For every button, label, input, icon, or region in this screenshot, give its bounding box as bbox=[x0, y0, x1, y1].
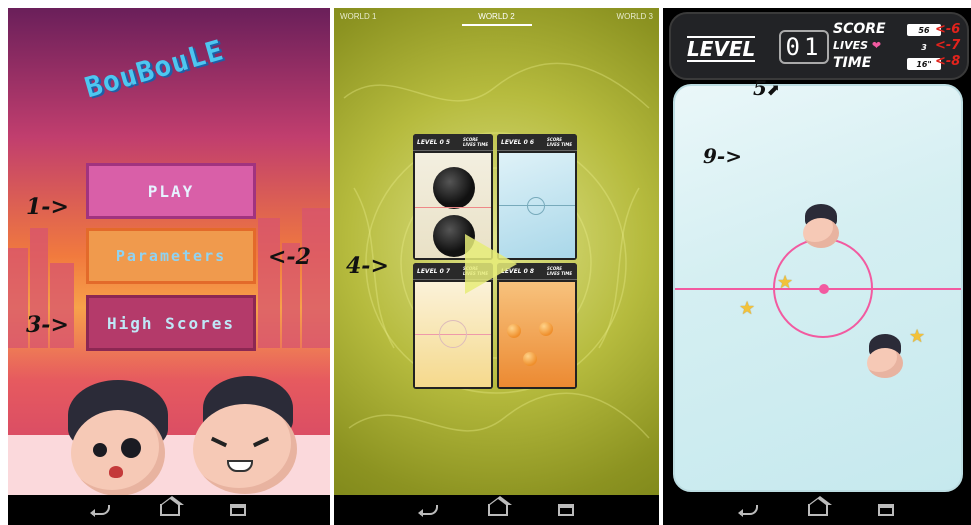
hud-score-label: SCORE bbox=[833, 21, 886, 37]
level-label: LEVEL 0 7 bbox=[417, 267, 451, 275]
back-icon[interactable] bbox=[738, 505, 758, 517]
level-select-screen: WORLD 1 WORLD 2 WORLD 3 4-> LEVEL 0 5 SCO… bbox=[334, 8, 659, 525]
level-hud: SCORE LIVES TIME bbox=[547, 137, 573, 147]
game-logo: BouBouLE bbox=[81, 33, 228, 105]
home-icon[interactable] bbox=[160, 496, 184, 516]
character-opponent-bottom bbox=[865, 334, 905, 378]
play-triangle-icon[interactable] bbox=[465, 234, 517, 294]
center-dot bbox=[819, 284, 829, 294]
level-grid: LEVEL 0 5 SCORE LIVES TIME LEVEL 0 6 SCORE… bbox=[413, 134, 577, 389]
home-icon[interactable] bbox=[808, 496, 832, 516]
back-icon[interactable] bbox=[417, 505, 438, 517]
recent-apps-icon[interactable] bbox=[878, 504, 894, 516]
character-player-top bbox=[801, 204, 841, 248]
level-label: LEVEL 0 5 bbox=[417, 138, 451, 146]
star-icon: ★ bbox=[777, 272, 794, 293]
home-icon[interactable] bbox=[487, 496, 512, 516]
hud-level-number: 01 bbox=[779, 30, 829, 64]
character-girl bbox=[63, 380, 173, 498]
hud-bar: LEVEL 01 SCORE 56 LIVES ❤ 3 TIME 16" bbox=[669, 12, 969, 80]
level-label: LEVEL 0 6 bbox=[501, 138, 535, 146]
main-menu-screen: BouBouLE PLAY Parameters High Scores 1->… bbox=[8, 8, 330, 525]
back-icon[interactable] bbox=[90, 505, 110, 517]
annotation-4: 4-> bbox=[346, 253, 389, 279]
hud-level-label: LEVEL bbox=[687, 36, 756, 62]
hud-lives-label: LIVES ❤ bbox=[833, 39, 882, 52]
tab-world-2[interactable]: WORLD 2 bbox=[461, 12, 532, 26]
annotation-2: <-2 bbox=[268, 244, 311, 270]
annotation-7: <-7 bbox=[935, 38, 961, 53]
annotation-1: 1-> bbox=[26, 194, 69, 220]
star-icon: ★ bbox=[739, 298, 756, 319]
hud-time-label: TIME bbox=[833, 55, 872, 71]
gameplay-screen: LEVEL 01 SCORE 56 LIVES ❤ 3 TIME 16" <-6… bbox=[663, 8, 971, 525]
high-scores-button[interactable]: High Scores bbox=[86, 295, 256, 351]
android-nav-bar bbox=[8, 495, 330, 525]
recent-apps-icon[interactable] bbox=[557, 504, 574, 516]
annotation-9: 9-> bbox=[703, 144, 742, 168]
android-nav-bar bbox=[334, 495, 659, 525]
star-icon: ★ bbox=[909, 326, 926, 347]
tab-world-1[interactable]: WORLD 1 bbox=[340, 12, 376, 26]
annotation-6: <-6 bbox=[935, 22, 961, 37]
annotation-3: 3-> bbox=[26, 312, 69, 338]
heart-icon: ❤ bbox=[871, 39, 882, 52]
character-boy bbox=[183, 376, 303, 495]
annotation-8: <-8 bbox=[935, 54, 961, 69]
level-hud: SCORE LIVES TIME bbox=[547, 266, 573, 276]
recent-apps-icon[interactable] bbox=[230, 504, 246, 516]
annotation-5: 5⬈ bbox=[753, 76, 781, 100]
world-tabs: WORLD 1 WORLD 2 WORLD 3 bbox=[334, 8, 659, 30]
play-button[interactable]: PLAY bbox=[86, 163, 256, 219]
tab-world-3[interactable]: WORLD 3 bbox=[617, 12, 653, 26]
level-hud: SCORE LIVES TIME bbox=[463, 137, 489, 147]
parameters-button[interactable]: Parameters bbox=[86, 228, 256, 284]
android-nav-bar bbox=[663, 495, 971, 525]
